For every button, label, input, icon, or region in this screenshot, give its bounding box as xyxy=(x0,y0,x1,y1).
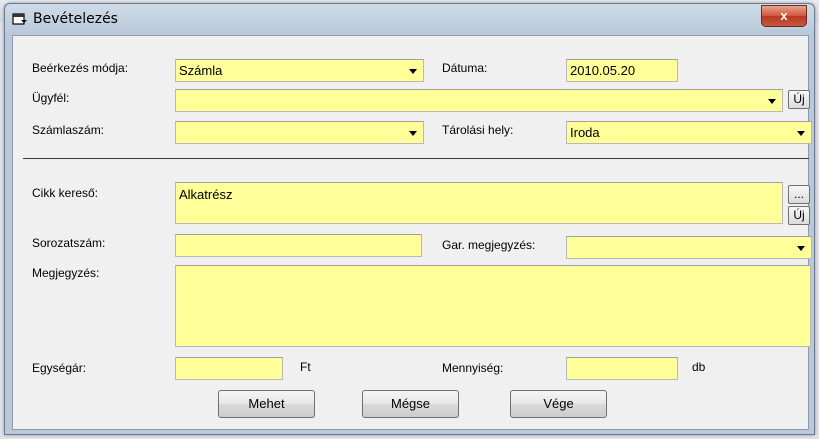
storage-place-value: Iroda xyxy=(570,125,600,140)
close-button[interactable]: x xyxy=(761,5,807,27)
cancel-button[interactable]: Mégse xyxy=(362,390,459,418)
arrival-mode-select[interactable]: Számla xyxy=(175,59,424,82)
end-button[interactable]: Vége xyxy=(510,390,607,418)
note-textarea[interactable] xyxy=(175,265,811,347)
serial-number-label: Sorozatszám: xyxy=(32,236,106,250)
new-customer-button[interactable]: Új xyxy=(788,90,810,109)
customer-label: Ügyfél: xyxy=(32,91,70,105)
storage-place-select[interactable]: Iroda xyxy=(566,121,812,144)
window-icon xyxy=(12,13,27,25)
date-value: 2010.05.20 xyxy=(570,63,636,78)
quantity-label: Mennyiség: xyxy=(442,361,504,375)
date-field[interactable]: 2010.05.20 xyxy=(566,59,678,82)
unit-price-field[interactable] xyxy=(175,357,283,380)
invoice-number-select[interactable] xyxy=(175,121,424,144)
unit-price-currency: Ft xyxy=(300,360,311,374)
serial-number-field[interactable] xyxy=(175,234,422,257)
quantity-unit: db xyxy=(692,360,706,374)
storage-place-label: Tárolási hely: xyxy=(442,123,514,137)
arrival-mode-label: Beérkezés módja: xyxy=(32,61,129,75)
close-icon: x xyxy=(780,8,788,23)
warranty-note-select[interactable] xyxy=(566,236,812,259)
window-title: Bevételezés xyxy=(33,11,118,27)
item-search-label: Cikk kereső: xyxy=(32,186,99,200)
quantity-field[interactable] xyxy=(566,357,678,380)
customer-select[interactable] xyxy=(175,89,783,112)
title-bar[interactable]: Bevételezés x xyxy=(5,4,814,36)
section-divider xyxy=(23,158,809,159)
invoice-number-label: Számlaszám: xyxy=(32,123,105,137)
go-button[interactable]: Mehet xyxy=(218,390,315,418)
item-search-value: Alkatrész xyxy=(179,187,233,202)
arrival-mode-value: Számla xyxy=(179,63,223,78)
unit-price-label: Egységár: xyxy=(32,361,87,375)
item-search-field[interactable]: Alkatrész xyxy=(175,182,783,224)
warranty-note-label: Gar. megjegyzés: xyxy=(442,238,536,252)
new-item-button[interactable]: Új xyxy=(788,206,810,225)
date-label: Dátuma: xyxy=(442,61,488,75)
note-label: Megjegyzés: xyxy=(32,266,100,280)
browse-items-button[interactable]: ... xyxy=(788,185,810,204)
